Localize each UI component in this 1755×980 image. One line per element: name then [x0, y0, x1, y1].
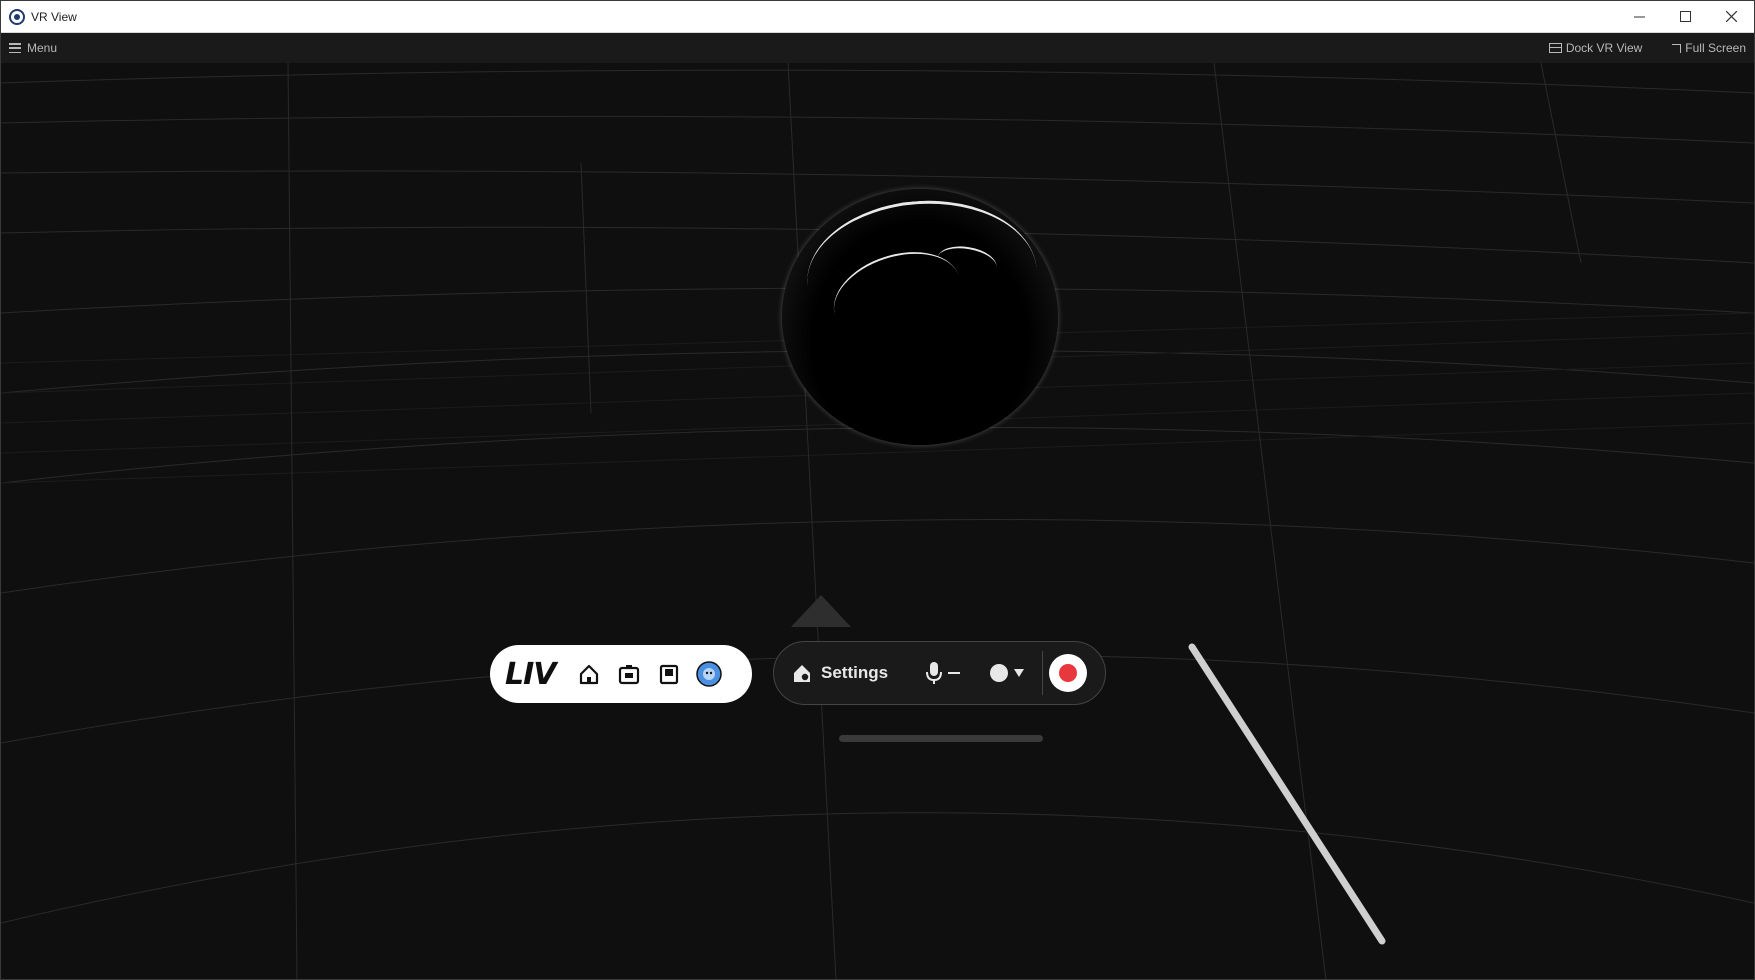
avatar-icon: [695, 661, 722, 687]
grid-line: [1, 519, 1754, 594]
book-icon: [659, 664, 678, 685]
menu-bar: Menu Dock VR View Full Screen: [1, 33, 1754, 63]
vr-scene: [1, 63, 1754, 979]
close-button[interactable]: [1708, 1, 1754, 32]
window-title: VR View: [31, 9, 77, 24]
menu-button[interactable]: Menu: [9, 41, 57, 55]
grid-line: [580, 162, 592, 414]
home-icon: [579, 664, 598, 685]
dock-vr-view-button[interactable]: Dock VR View: [1548, 41, 1643, 55]
full-screen-button[interactable]: Full Screen: [1672, 41, 1746, 55]
grid-line: [1, 115, 1754, 144]
camera-select-dropdown[interactable]: [990, 664, 1025, 682]
grid-line: [1, 69, 1754, 94]
home-button[interactable]: [576, 661, 602, 687]
menu-right-group: Dock VR View Full Screen: [1548, 33, 1746, 63]
fullscreen-label: Full Screen: [1685, 41, 1746, 55]
menu-label: Menu: [27, 41, 58, 55]
microphone-button[interactable]: [926, 661, 961, 685]
record-icon: [1059, 664, 1078, 682]
settings-home-icon: [794, 665, 810, 682]
mic-icon: [926, 662, 943, 684]
capture-toolbar: Settings: [773, 641, 1106, 705]
book-button[interactable]: [656, 661, 682, 687]
chevron-down-icon: [1014, 669, 1025, 677]
liv-toolbar: LIV: [490, 645, 752, 703]
controller-ray: [1188, 643, 1386, 945]
title-bar[interactable]: VR View: [1, 1, 1754, 33]
vr-orb: [782, 189, 1058, 445]
grid-line: [1213, 63, 1327, 979]
avatar-button[interactable]: [695, 661, 722, 687]
minimize-icon: [1633, 16, 1645, 18]
camera-dot-icon: [990, 664, 1009, 682]
steamvr-app-icon: [9, 8, 25, 25]
settings-label: Settings: [821, 663, 889, 682]
camera-button[interactable]: [616, 661, 642, 687]
grid-line: [287, 63, 298, 979]
maximize-icon: [1679, 11, 1691, 22]
toolbar-divider: [1042, 651, 1044, 695]
close-icon: [1725, 11, 1737, 22]
window-controls: [1616, 1, 1754, 32]
dock-label: Dock VR View: [1565, 41, 1643, 55]
vr-view-window: VR View Menu Dock VR View Full Screen LI…: [0, 0, 1755, 980]
direction-marker: [791, 595, 851, 627]
settings-button[interactable]: Settings: [791, 662, 888, 684]
fullscreen-icon: [1672, 43, 1682, 53]
liv-logo[interactable]: LIV: [505, 657, 556, 692]
grid-line: [1, 812, 1754, 924]
maximize-button[interactable]: [1662, 1, 1708, 32]
record-button[interactable]: [1049, 654, 1088, 692]
minimize-button[interactable]: [1616, 1, 1662, 32]
dock-icon: [1548, 43, 1562, 53]
grid-line: [1540, 63, 1582, 264]
mic-level-icon: [948, 672, 961, 674]
hamburger-icon: [9, 43, 21, 53]
toolbar-grab-handle[interactable]: [839, 735, 1043, 742]
camera-icon: [618, 665, 639, 685]
